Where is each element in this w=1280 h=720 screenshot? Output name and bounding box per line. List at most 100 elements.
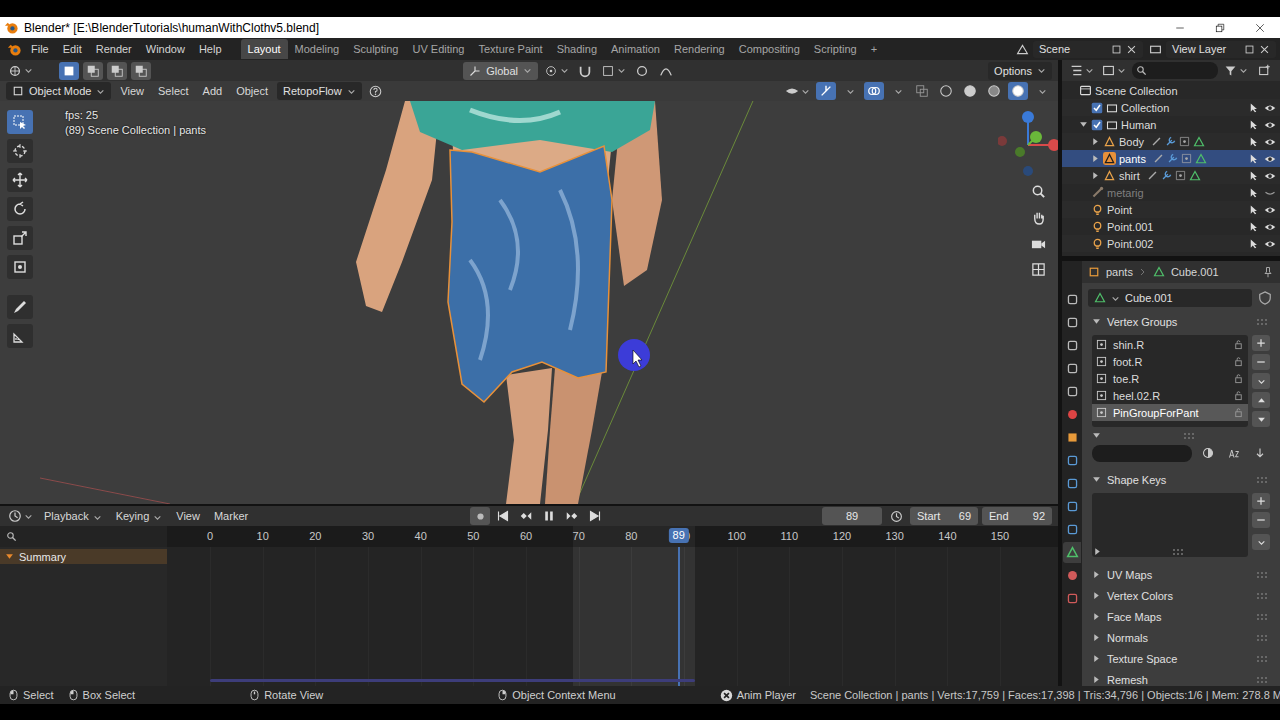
- properties-tab[interactable]: [1063, 358, 1081, 379]
- orientation-dropdown[interactable]: Global: [463, 62, 538, 80]
- add-button[interactable]: [1252, 493, 1270, 509]
- properties-tab[interactable]: [1063, 473, 1081, 494]
- vertex-group-row[interactable]: toe.R: [1092, 370, 1248, 387]
- panel-header[interactable]: Shape Keys: [1088, 470, 1272, 489]
- select-arrow-icon[interactable]: [1248, 238, 1259, 249]
- pin-icon[interactable]: [1262, 266, 1274, 278]
- fake-user-icon[interactable]: [1258, 291, 1272, 305]
- menu-item[interactable]: Render: [89, 40, 139, 58]
- specials-button[interactable]: [1252, 373, 1270, 389]
- gizmo-button[interactable]: [816, 82, 836, 100]
- lock-icon[interactable]: [1233, 373, 1244, 384]
- filter-button[interactable]: [1222, 62, 1250, 80]
- options-dropdown[interactable]: Options: [988, 62, 1052, 80]
- outliner-row[interactable]: metarig: [1062, 184, 1280, 201]
- workspace-tab[interactable]: Sculpting: [346, 39, 405, 59]
- timeline-menu[interactable]: View: [171, 508, 205, 524]
- disclosure-icon[interactable]: [1092, 633, 1101, 642]
- shading-button[interactable]: [960, 82, 980, 100]
- eye-icon[interactable]: [1264, 119, 1276, 131]
- select-mode-button[interactable]: [131, 62, 151, 80]
- disclosure-icon[interactable]: [1092, 612, 1101, 621]
- tool-button[interactable]: [7, 295, 33, 319]
- maximize-button[interactable]: [1200, 17, 1240, 38]
- eye-icon[interactable]: [1264, 153, 1276, 165]
- tool-button[interactable]: [7, 110, 33, 134]
- viewport-canvas[interactable]: fps: 25(89) Scene Collection | pants: [40, 101, 998, 504]
- falloff-button[interactable]: [656, 62, 676, 80]
- add-button[interactable]: [1252, 335, 1270, 351]
- scene-field[interactable]: Scene: [1033, 41, 1143, 58]
- list-filter-field[interactable]: [1092, 445, 1192, 462]
- workspace-tab[interactable]: Texture Paint: [471, 39, 549, 59]
- outliner-row[interactable]: pants: [1062, 150, 1280, 167]
- tool-button[interactable]: [7, 324, 33, 348]
- navigation-button[interactable]: [1026, 205, 1050, 229]
- shading-button[interactable]: [984, 82, 1004, 100]
- timeline-menu[interactable]: Keying: [111, 508, 168, 524]
- next-keyframe-button[interactable]: [562, 507, 582, 525]
- workspace-tab[interactable]: Layout: [241, 39, 288, 59]
- checkbox-checked-icon[interactable]: [1091, 102, 1103, 114]
- menu-item[interactable]: File: [24, 40, 56, 58]
- new-collection-button[interactable]: [1254, 62, 1274, 80]
- addon-dropdown[interactable]: RetopoFlow: [277, 82, 362, 100]
- axis-gizmo-icon[interactable]: [998, 105, 1058, 177]
- shading-button[interactable]: [1008, 82, 1028, 100]
- properties-tab[interactable]: [1063, 289, 1081, 310]
- disclosure-icon[interactable]: [1092, 654, 1101, 663]
- outliner-search[interactable]: [1132, 62, 1218, 79]
- viewport-menu[interactable]: View: [115, 83, 149, 99]
- select-arrow-icon[interactable]: [1248, 102, 1259, 113]
- select-arrow-icon[interactable]: [1248, 119, 1259, 130]
- viewport-menu[interactable]: Select: [153, 83, 194, 99]
- properties-tab[interactable]: [1063, 565, 1081, 586]
- viewport-menu[interactable]: Object: [231, 83, 273, 99]
- properties-tab[interactable]: [1063, 588, 1081, 609]
- remove-button[interactable]: [1252, 512, 1270, 528]
- lock-icon[interactable]: [1233, 339, 1244, 350]
- invert-filter-button[interactable]: [1198, 444, 1218, 462]
- jump-end-button[interactable]: [585, 507, 605, 525]
- select-mode-button[interactable]: [59, 62, 79, 80]
- outliner-row[interactable]: Point: [1062, 201, 1280, 218]
- menu-item[interactable]: Window: [139, 40, 192, 58]
- play-pause-button[interactable]: [539, 507, 559, 525]
- disclosure-icon[interactable]: [1092, 675, 1101, 684]
- tool-button[interactable]: [7, 168, 33, 192]
- outliner-row[interactable]: Body: [1062, 133, 1280, 150]
- panel-header[interactable]: Remesh: [1088, 670, 1272, 686]
- workspace-tab[interactable]: Shading: [550, 39, 604, 59]
- properties-tab[interactable]: [1063, 542, 1081, 563]
- remove-button[interactable]: [1252, 354, 1270, 370]
- navigation-button[interactable]: [1026, 231, 1050, 255]
- panel-header[interactable]: Texture Space: [1088, 649, 1272, 668]
- help-button[interactable]: [366, 82, 386, 100]
- specials-button[interactable]: [1252, 534, 1270, 550]
- select-arrow-icon[interactable]: [1248, 170, 1259, 181]
- select-mode-button[interactable]: [83, 62, 103, 80]
- vertex-group-row[interactable]: PinGroupForPant: [1092, 404, 1248, 421]
- workspace-tab[interactable]: Rendering: [667, 39, 732, 59]
- disclosure-icon[interactable]: [5, 552, 14, 561]
- mesh-datablock-field[interactable]: Cube.001: [1088, 289, 1252, 307]
- pivot-button[interactable]: [542, 62, 571, 80]
- workspace-tab[interactable]: Modeling: [288, 39, 347, 59]
- expand-icon[interactable]: [1091, 171, 1100, 180]
- overlays-button[interactable]: [864, 82, 884, 100]
- select-arrow-icon[interactable]: [1248, 153, 1259, 164]
- add-workspace-button[interactable]: +: [864, 39, 884, 59]
- tool-button[interactable]: [7, 197, 33, 221]
- minimize-button[interactable]: [1160, 17, 1200, 38]
- snap-target-button[interactable]: [599, 62, 628, 80]
- proportional-button[interactable]: [632, 62, 652, 80]
- eye-icon[interactable]: [1264, 102, 1276, 114]
- mode-dropdown[interactable]: Object Mode: [6, 82, 111, 100]
- tool-button[interactable]: [7, 255, 33, 279]
- frame-ruler[interactable]: 010203040506070809010011012013014015089: [167, 526, 1058, 547]
- properties-tab[interactable]: [1063, 427, 1081, 448]
- select-arrow-icon[interactable]: [1248, 187, 1259, 198]
- outliner-row[interactable]: Point.002: [1062, 235, 1280, 252]
- vertex-group-row[interactable]: foot.R: [1092, 353, 1248, 370]
- shading-button[interactable]: [936, 82, 956, 100]
